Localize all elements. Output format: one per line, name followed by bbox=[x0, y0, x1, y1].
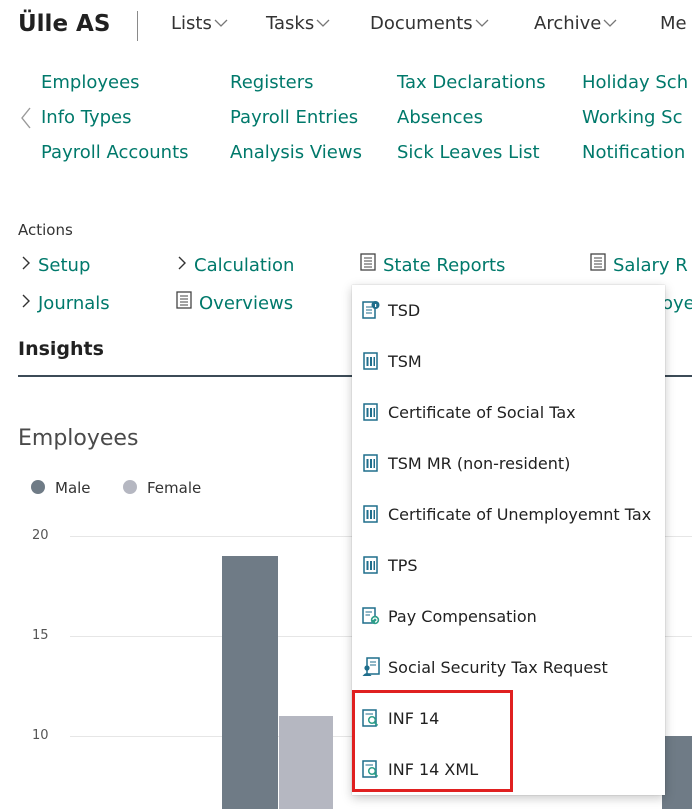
legend-male-dot bbox=[31, 480, 45, 494]
action-overviews[interactable]: Overviews bbox=[176, 291, 294, 314]
dropdown-item-tsm-mr[interactable]: TSM MR (non-resident) bbox=[362, 446, 657, 480]
dropdown-item-label: TSD bbox=[388, 300, 421, 320]
menu-more-label: Me bbox=[660, 13, 687, 34]
dropdown-item-pay-compensation[interactable]: Pay Compensation bbox=[362, 599, 657, 633]
dropdown-item-label: Certificate of Social Tax bbox=[388, 402, 576, 422]
chevron-right-icon bbox=[178, 254, 187, 275]
bar-male[interactable] bbox=[222, 556, 278, 809]
dropdown-item-certificate-unemployment-tax[interactable]: Certificate of Unemployemnt Tax bbox=[362, 497, 657, 531]
action-salary-reports[interactable]: Salary R bbox=[590, 253, 688, 276]
menu-documents-label: Documents bbox=[370, 13, 473, 34]
menu-archive-label: Archive bbox=[534, 13, 602, 34]
link-payroll-accounts[interactable]: Payroll Accounts bbox=[41, 142, 189, 163]
chevron-down-icon bbox=[316, 12, 330, 33]
link-notifications[interactable]: Notification bbox=[582, 142, 685, 163]
chevron-down-icon bbox=[475, 12, 489, 33]
actions-heading: Actions bbox=[18, 221, 73, 239]
document-columns-icon bbox=[362, 504, 380, 524]
link-holiday-schedule[interactable]: Holiday Sch bbox=[582, 72, 688, 93]
document-columns-icon bbox=[362, 453, 380, 473]
chevron-right-icon bbox=[22, 254, 31, 275]
action-state-reports[interactable]: State Reports bbox=[360, 253, 506, 276]
page: Ülle AS Lists Tasks Documents Archive Me… bbox=[0, 0, 692, 809]
action-salary-reports-label: Salary R bbox=[613, 255, 688, 276]
link-info-types[interactable]: Info Types bbox=[41, 107, 132, 128]
menu-tasks-label: Tasks bbox=[266, 13, 315, 34]
legend-female[interactable]: Female bbox=[123, 479, 201, 497]
chevron-down-icon bbox=[603, 12, 617, 33]
document-person-icon bbox=[362, 657, 380, 677]
dropdown-item-label: Certificate of Unemployemnt Tax bbox=[388, 504, 652, 524]
dropdown-item-label: TSM MR (non-resident) bbox=[388, 453, 571, 473]
link-absences[interactable]: Absences bbox=[397, 107, 483, 128]
menu-lists[interactable]: Lists bbox=[171, 13, 228, 34]
action-setup-label: Setup bbox=[38, 255, 91, 276]
action-overviews-label: Overviews bbox=[199, 293, 294, 314]
dropdown-item-certificate-social-tax[interactable]: Certificate of Social Tax bbox=[362, 395, 657, 429]
action-calculation-label: Calculation bbox=[194, 255, 295, 276]
header-separator bbox=[137, 11, 138, 41]
dropdown-item-tps[interactable]: TPS bbox=[362, 548, 657, 582]
chevron-down-icon bbox=[214, 12, 228, 33]
menu-more[interactable]: Me bbox=[660, 13, 687, 34]
company-name[interactable]: Ülle AS bbox=[18, 11, 110, 37]
action-journals[interactable]: Journals bbox=[22, 293, 110, 314]
legend-male[interactable]: Male bbox=[31, 479, 91, 497]
legend-female-label: Female bbox=[147, 479, 202, 497]
legend-female-dot bbox=[123, 480, 137, 494]
link-registers[interactable]: Registers bbox=[230, 72, 314, 93]
link-employees[interactable]: Employees bbox=[41, 72, 140, 93]
y-tick-label: 15 bbox=[32, 628, 49, 643]
link-analysis-views[interactable]: Analysis Views bbox=[230, 142, 362, 163]
menu-tasks[interactable]: Tasks bbox=[266, 13, 330, 34]
legend-male-label: Male bbox=[55, 479, 91, 497]
link-tax-declarations[interactable]: Tax Declarations bbox=[397, 72, 546, 93]
scroll-left-chevron-icon[interactable] bbox=[20, 107, 32, 133]
dropdown-item-social-security-tax-request[interactable]: Social Security Tax Request bbox=[362, 650, 657, 684]
report-icon bbox=[176, 291, 192, 314]
top-navigation-bar: Ülle AS Lists Tasks Documents Archive Me bbox=[0, 0, 692, 54]
highlight-box bbox=[352, 690, 513, 792]
document-refresh-icon bbox=[362, 606, 380, 626]
insights-heading: Insights bbox=[18, 338, 104, 360]
chart-title: Employees bbox=[18, 426, 139, 451]
report-icon bbox=[590, 253, 606, 276]
bar-female[interactable] bbox=[279, 716, 333, 809]
action-state-reports-label: State Reports bbox=[383, 255, 506, 276]
dropdown-item-label: Pay Compensation bbox=[388, 606, 537, 626]
dropdown-item-tsd[interactable]: TSD bbox=[362, 293, 657, 327]
document-columns-icon bbox=[362, 402, 380, 422]
chevron-right-icon bbox=[22, 292, 31, 313]
action-employee-partial[interactable]: oye bbox=[662, 293, 692, 314]
dropdown-item-tsm[interactable]: TSM bbox=[362, 344, 657, 378]
link-payroll-entries[interactable]: Payroll Entries bbox=[230, 107, 358, 128]
dropdown-item-label: TPS bbox=[388, 555, 418, 575]
document-columns-icon bbox=[362, 351, 380, 371]
bar-male[interactable] bbox=[662, 736, 692, 809]
action-journals-label: Journals bbox=[38, 293, 110, 314]
action-calculation[interactable]: Calculation bbox=[178, 255, 294, 276]
link-working-schedule[interactable]: Working Sc bbox=[582, 107, 682, 128]
document-info-icon bbox=[362, 300, 380, 320]
dropdown-item-label: Social Security Tax Request bbox=[388, 657, 608, 677]
action-setup[interactable]: Setup bbox=[22, 255, 90, 276]
y-tick-label: 10 bbox=[32, 728, 49, 743]
report-icon bbox=[360, 253, 376, 276]
menu-documents[interactable]: Documents bbox=[370, 13, 489, 34]
menu-lists-label: Lists bbox=[171, 13, 212, 34]
menu-archive[interactable]: Archive bbox=[534, 13, 617, 34]
y-tick-label: 20 bbox=[32, 528, 49, 543]
dropdown-item-label: TSM bbox=[388, 351, 422, 371]
document-columns-icon bbox=[362, 555, 380, 575]
link-sick-leaves-list[interactable]: Sick Leaves List bbox=[397, 142, 540, 163]
